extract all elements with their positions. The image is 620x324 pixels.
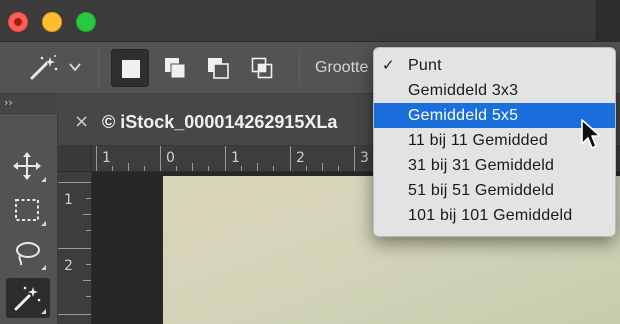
ruler-tick [86, 264, 91, 265]
tool-flyout-indicator [41, 177, 46, 182]
ruler-tick [306, 166, 307, 171]
ruler-label: 1 [231, 150, 240, 166]
double-chevron-icon: ›› [4, 96, 13, 109]
magic-wand-icon [14, 286, 41, 311]
ruler-tick [338, 166, 339, 171]
tool-flyout-indicator [41, 221, 46, 226]
window-zoom-button[interactable] [76, 12, 96, 32]
menu-item-101x101[interactable]: 101 bij 101 Gemiddeld [374, 203, 615, 228]
ruler-tick [322, 163, 323, 171]
titlebar-panel-edge [596, 0, 620, 42]
ruler-tick [241, 166, 242, 171]
menu-item-label: 31 bij 31 Gemiddeld [408, 157, 555, 174]
ruler-tick [273, 166, 274, 171]
ruler-tick [86, 296, 91, 297]
mouse-pointer-icon [580, 118, 602, 150]
ruler-tick [176, 166, 177, 171]
menu-item-punt[interactable]: ✓ Punt [374, 53, 615, 78]
ruler-tick [58, 314, 91, 315]
tool-flyout-indicator [41, 265, 46, 270]
ruler-tick [86, 230, 91, 231]
subtract-from-selection-button[interactable] [199, 49, 237, 87]
ruler-tick [208, 166, 209, 171]
marquee-tool[interactable] [6, 190, 50, 230]
ruler-label: 2 [64, 258, 73, 274]
move-icon [13, 152, 41, 180]
ruler-tick [83, 214, 91, 215]
menu-item-label: Gemiddeld 5x5 [408, 107, 519, 124]
menu-item-11x11[interactable]: 11 bij 11 Gemidded [374, 128, 615, 153]
ruler-tick [112, 166, 113, 171]
menu-item-gemiddeld-5x5[interactable]: Gemiddeld 5x5 [374, 103, 615, 128]
checkmark-icon: ✓ [382, 56, 395, 74]
menu-item-51x51[interactable]: 51 bij 51 Gemiddeld [374, 178, 615, 203]
title-bar [0, 0, 620, 42]
ruler-tick [144, 166, 145, 171]
tool-preset-picker[interactable] [26, 54, 60, 82]
lasso-icon [16, 242, 40, 266]
ruler-tick [192, 163, 193, 171]
menu-item-label: 51 bij 51 Gemiddeld [408, 182, 555, 199]
menu-item-gemiddeld-3x3[interactable]: Gemiddeld 3x3 [374, 78, 615, 103]
options-divider [299, 50, 300, 86]
ruler-tick [58, 182, 91, 183]
menu-item-31x31[interactable]: 31 bij 31 Gemiddeld [374, 153, 615, 178]
ruler-tick [225, 146, 226, 171]
options-divider [98, 50, 99, 86]
ruler-tick [83, 280, 91, 281]
ruler-tick [128, 163, 129, 171]
window-close-button[interactable] [8, 12, 28, 32]
ruler-tick [160, 146, 161, 171]
ruler-label: 0 [166, 150, 175, 166]
menu-item-label: Punt [408, 57, 442, 74]
toolbar-collapse-toggle[interactable]: ›› [0, 94, 58, 114]
magic-wand-icon [30, 55, 58, 80]
sample-size-label: Grootte [315, 59, 369, 76]
ruler-label: 3 [360, 150, 369, 166]
ruler-origin[interactable] [58, 146, 92, 172]
vertical-ruler[interactable]: 1 2 [58, 172, 92, 324]
ruler-label: 2 [296, 150, 305, 166]
ruler-tick [86, 198, 91, 199]
ruler-tick [290, 146, 291, 171]
magic-wand-tool[interactable] [6, 278, 50, 318]
lasso-tool[interactable] [6, 234, 50, 274]
ruler-label: 1 [64, 192, 73, 208]
chevron-down-icon[interactable] [68, 60, 82, 74]
ruler-tick [58, 248, 91, 249]
intersect-selection-icon [251, 57, 273, 79]
ruler-label: 1 [102, 150, 111, 166]
subtract-from-selection-icon [208, 58, 229, 79]
window-minimize-button[interactable] [42, 12, 62, 32]
menu-item-label: Gemiddeld 3x3 [408, 82, 519, 99]
rectangular-marquee-icon [15, 199, 39, 221]
ruler-tick [354, 146, 355, 171]
move-tool[interactable] [6, 146, 50, 186]
menu-item-label: 11 bij 11 Gemidded [408, 132, 548, 149]
ruler-tick [96, 146, 97, 171]
ruler-tick [257, 163, 258, 171]
new-selection-icon [122, 60, 140, 78]
menu-item-label: 101 bij 101 Gemiddeld [408, 207, 573, 224]
add-to-selection-button[interactable] [156, 49, 194, 87]
tools-panel: ›› [0, 94, 58, 324]
new-selection-button[interactable] [111, 49, 149, 87]
document-tab-title[interactable]: © iStock_000014262915XLa [102, 112, 337, 133]
tool-flyout-indicator [41, 309, 46, 314]
close-tab-icon[interactable]: × [74, 111, 89, 132]
intersect-selection-button[interactable] [243, 49, 281, 87]
add-to-selection-icon [165, 58, 186, 79]
